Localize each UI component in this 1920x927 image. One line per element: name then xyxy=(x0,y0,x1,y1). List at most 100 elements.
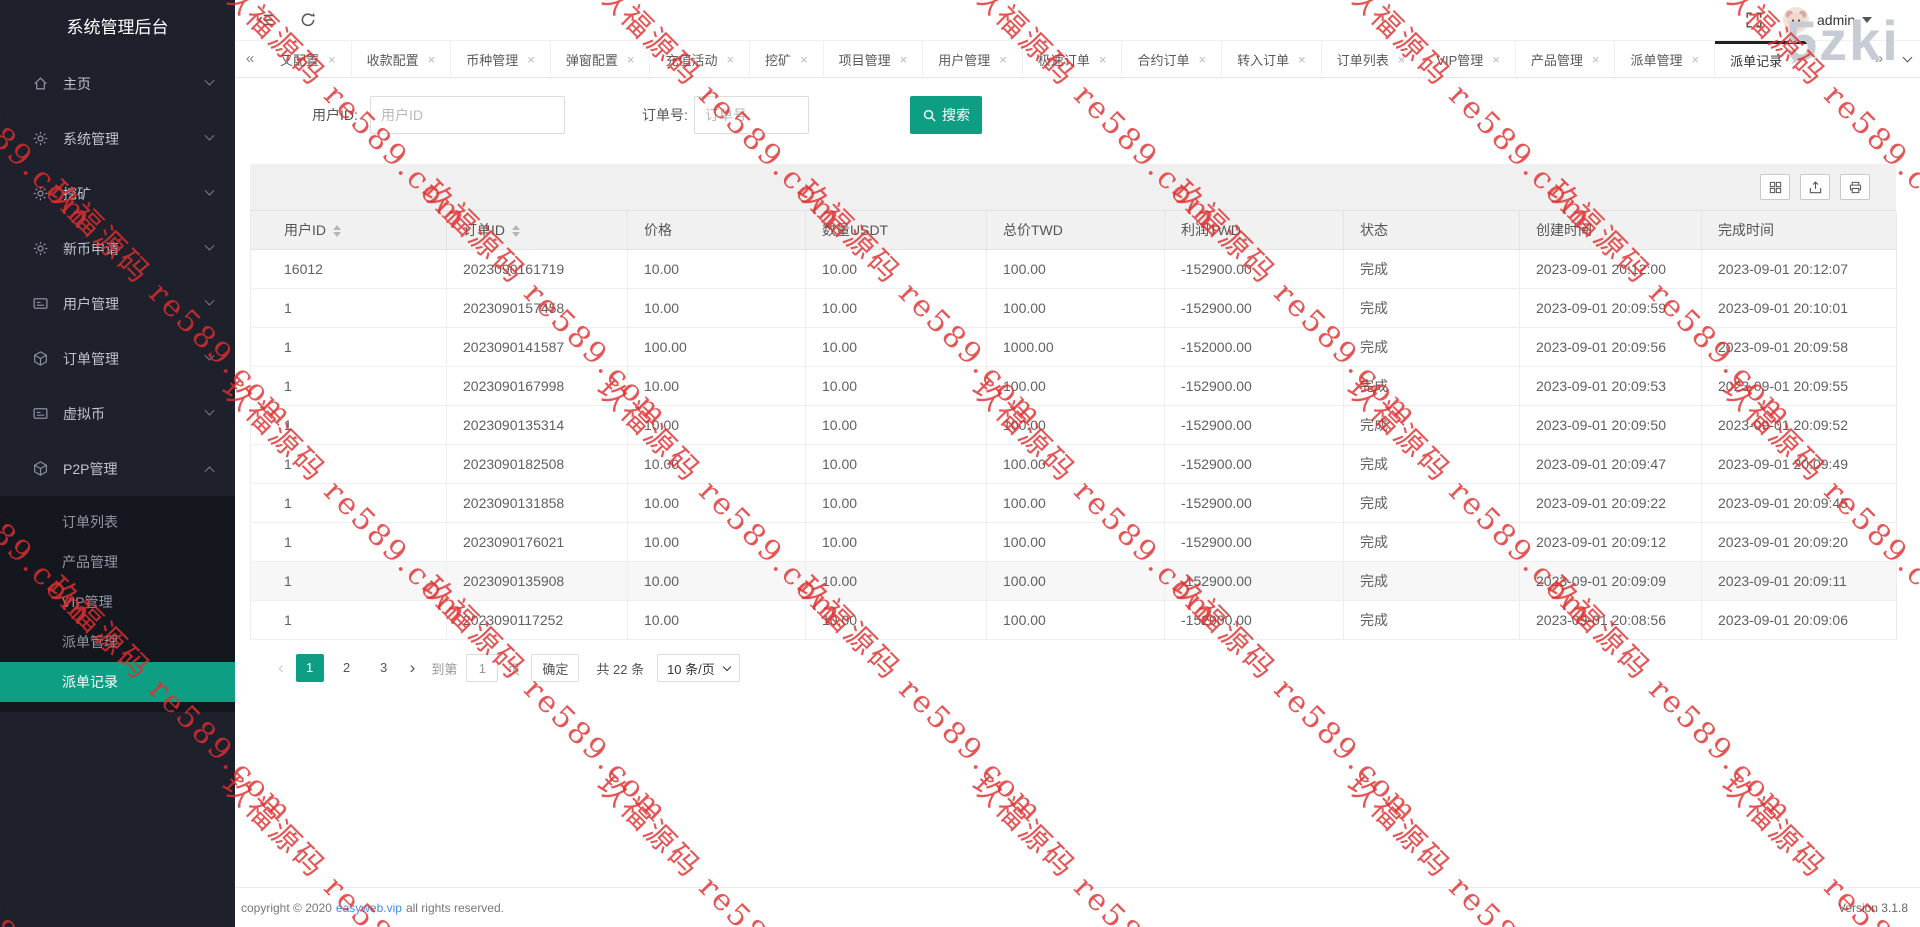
collapse-sidebar-icon[interactable] xyxy=(257,11,275,29)
tab-项目管理[interactable]: 项目管理 × xyxy=(824,41,924,77)
tab-又配置[interactable]: 又配置 × xyxy=(265,41,352,77)
chevron-down-icon xyxy=(204,295,215,306)
tab-产品管理[interactable]: 产品管理 × xyxy=(1516,41,1616,77)
sidebar-subitem-产品管理[interactable]: 产品管理 xyxy=(0,542,235,582)
refresh-icon[interactable] xyxy=(299,11,317,29)
search-icon xyxy=(923,109,936,122)
jump-page-input[interactable] xyxy=(466,654,499,682)
cell-完成时间: 2023-09-01 20:10:01 xyxy=(1701,288,1897,328)
tab-收款配置[interactable]: 收款配置 × xyxy=(352,41,452,77)
sort-icon[interactable] xyxy=(512,225,520,238)
avatar[interactable] xyxy=(1783,7,1809,33)
close-tab-icon[interactable]: × xyxy=(1298,52,1306,67)
sidebar-item-P2P管理[interactable]: P2P管理 xyxy=(0,441,235,496)
page-size-select[interactable]: 10 条/页 xyxy=(657,654,740,682)
cell-价格: 100.00 xyxy=(627,327,806,367)
print-icon[interactable] xyxy=(1840,174,1870,200)
close-tab-icon[interactable]: × xyxy=(328,52,336,67)
cell-利润TWD: -152900.00 xyxy=(1164,444,1344,484)
page-number-3[interactable]: 3 xyxy=(370,654,398,682)
order-no-input[interactable] xyxy=(694,96,809,134)
sidebar-subitem-派单记录[interactable]: 派单记录 xyxy=(0,662,235,702)
sidebar-subitem-VIP管理[interactable]: VIP管理 xyxy=(0,582,235,622)
app-title: 系统管理后台 xyxy=(66,18,169,37)
tabs-scroll-left[interactable]: « xyxy=(235,41,265,77)
tab-订单列表[interactable]: 订单列表 × xyxy=(1322,41,1422,77)
tab-转入订单[interactable]: 转入订单 × xyxy=(1222,41,1322,77)
sort-icon[interactable] xyxy=(333,225,341,238)
cell-数量USDT: 10.00 xyxy=(805,561,987,601)
close-tab-icon[interactable]: × xyxy=(1099,52,1107,67)
page-number-1[interactable]: 1 xyxy=(295,654,324,682)
sidebar-item-主页[interactable]: 主页 xyxy=(0,56,235,111)
column-header-订单ID[interactable]: 订单ID xyxy=(446,211,628,250)
cell-数量USDT: 10.00 xyxy=(805,405,987,445)
user-id-label: 用户ID: xyxy=(312,107,358,123)
jump-label: 到第 xyxy=(431,661,458,677)
page-number-2[interactable]: 2 xyxy=(333,654,361,682)
cell-数量USDT: 10.00 xyxy=(805,366,987,406)
tab-VIP管理[interactable]: VIP管理 × xyxy=(1421,41,1516,77)
sidebar-item-用户管理[interactable]: 用户管理 xyxy=(0,276,235,331)
tab-派单管理[interactable]: 派单管理 × xyxy=(1615,41,1716,77)
close-tab-icon[interactable]: × xyxy=(1692,52,1700,67)
column-header-用户ID[interactable]: 用户ID xyxy=(250,211,447,250)
cell-数量USDT: 10.00 xyxy=(805,600,987,640)
close-tab-icon[interactable]: × xyxy=(1199,52,1207,67)
close-tab-icon[interactable]: × xyxy=(900,52,908,67)
tab-币种管理[interactable]: 币种管理 × xyxy=(451,41,551,77)
search-button[interactable]: 搜索 xyxy=(910,96,982,134)
close-tab-icon[interactable]: × xyxy=(527,52,535,67)
close-tab-icon[interactable]: × xyxy=(800,52,808,67)
user-menu[interactable]: admin xyxy=(1817,0,1873,40)
cell-数量USDT: 10.00 xyxy=(805,444,987,484)
footer-link[interactable]: easyweb.vip xyxy=(336,901,402,915)
sidebar-submenu: 订单列表 产品管理 VIP管理 派单管理 派单记录 xyxy=(0,496,235,712)
close-tab-icon[interactable]: × xyxy=(1791,53,1799,68)
grid-columns-icon[interactable] xyxy=(1760,174,1790,200)
close-tab-icon[interactable]: × xyxy=(1492,52,1500,67)
jump-confirm-button[interactable]: 确定 xyxy=(531,654,580,682)
close-tab-icon[interactable]: × xyxy=(726,52,734,67)
cell-用户ID: 1 xyxy=(250,327,447,367)
cell-利润TWD: -152900.00 xyxy=(1164,522,1344,562)
close-tab-icon[interactable]: × xyxy=(999,52,1007,67)
close-tab-icon[interactable]: × xyxy=(627,52,635,67)
sidebar-item-虚拟币[interactable]: 虚拟币 xyxy=(0,386,235,441)
sidebar-item-新币申请[interactable]: 新币申请 xyxy=(0,221,235,276)
sidebar-subitem-订单列表[interactable]: 订单列表 xyxy=(0,502,235,542)
sidebar-item-挖矿[interactable]: 挖矿 xyxy=(0,166,235,221)
tab-挖矿[interactable]: 挖矿 × xyxy=(750,41,824,77)
export-icon[interactable] xyxy=(1800,174,1830,200)
tab-充值活动[interactable]: 充值活动 × xyxy=(650,41,751,77)
sidebar-item-订单管理[interactable]: 订单管理 xyxy=(0,331,235,386)
cell-订单ID: 2023090182508 xyxy=(446,444,628,484)
cell-订单ID: 2023090167998 xyxy=(446,366,628,406)
tabs-dropdown[interactable] xyxy=(1894,41,1920,77)
new-coin-icon xyxy=(32,240,49,257)
cell-用户ID: 16012 xyxy=(250,249,447,289)
tabs-scroll-right[interactable]: » xyxy=(1864,41,1894,77)
page-next-icon[interactable]: › xyxy=(407,658,419,678)
tab-用户管理[interactable]: 用户管理 × xyxy=(923,41,1023,77)
user-id-input[interactable] xyxy=(370,96,565,134)
close-tab-icon[interactable]: × xyxy=(428,52,436,67)
cell-创建时间: 2023-09-01 20:09:22 xyxy=(1519,483,1702,523)
sidebar-item-系统管理[interactable]: 系统管理 xyxy=(0,111,235,166)
tab-弹窗配置[interactable]: 弹窗配置 × xyxy=(551,41,651,77)
table-toolbar xyxy=(250,164,1896,211)
column-header-价格: 价格 xyxy=(627,211,806,250)
close-tab-icon[interactable]: × xyxy=(1592,52,1600,67)
cell-订单ID: 2023090131858 xyxy=(446,483,628,523)
cell-创建时间: 2023-09-01 20:09:56 xyxy=(1519,327,1702,367)
close-tab-icon[interactable]: × xyxy=(1398,52,1406,67)
chevron-up-icon xyxy=(204,466,215,477)
sidebar-subitem-派单管理[interactable]: 派单管理 xyxy=(0,622,235,662)
page-prev-icon[interactable]: ‹ xyxy=(275,658,287,678)
cell-状态: 完成 xyxy=(1343,405,1520,445)
tab-派单记录[interactable]: 派单记录 × xyxy=(1715,41,1815,77)
fullscreen-icon[interactable] xyxy=(1745,11,1763,29)
tab-极速订单[interactable]: 极速订单 × xyxy=(1023,41,1123,77)
cell-状态: 完成 xyxy=(1343,522,1520,562)
tab-合约订单[interactable]: 合约订单 × xyxy=(1122,41,1223,77)
